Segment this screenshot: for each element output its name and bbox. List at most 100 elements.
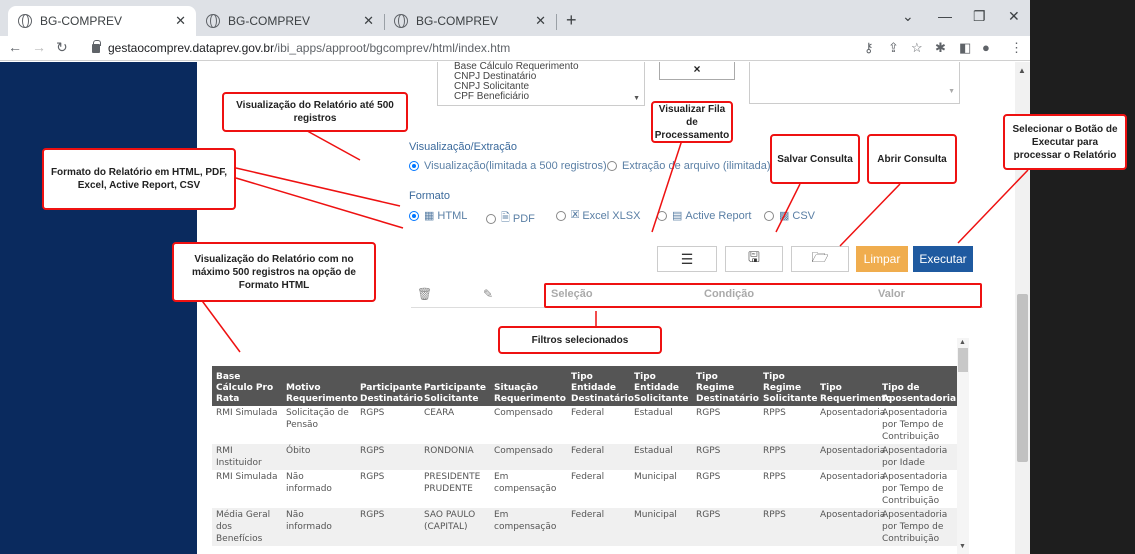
new-tab-icon[interactable]: +	[566, 10, 577, 31]
scroll-thumb[interactable]	[1017, 294, 1028, 462]
radio-dot[interactable]	[657, 210, 667, 221]
scroll-thumb[interactable]	[958, 348, 968, 372]
filter-highlight	[544, 283, 982, 308]
save-button[interactable]: 🖫	[725, 246, 783, 272]
table-cell: RMI Simulada	[216, 472, 278, 482]
column-header[interactable]: Tipo Entidade Solicitante	[630, 366, 692, 406]
queue-button[interactable]: ☰	[657, 246, 717, 272]
table-row[interactable]: RMI Simulada Solicitação de Pensão RGPS CEA…	[212, 406, 957, 444]
table-cell: RMI Simulada	[216, 408, 278, 418]
edit-icon[interactable]: ✎	[483, 287, 493, 301]
browser-tab[interactable]: BG-COMPREV ✕	[8, 6, 196, 36]
radio-dot[interactable]	[486, 213, 496, 224]
table-row[interactable]: RMI Simulada Não informado RGPS PRESIDENTE …	[212, 470, 957, 508]
close-icon[interactable]: ✕	[363, 13, 374, 29]
radio-excel[interactable]: 🗷 Excel XLSX	[556, 209, 640, 222]
extensions-icon[interactable]: ✱	[935, 40, 946, 56]
table-cell: RONDONIA	[420, 444, 490, 470]
table-cell: Federal	[567, 508, 630, 546]
radio-label: HTML	[437, 209, 468, 222]
url-field[interactable]: gestaocomprev.dataprev.gov.br/ibi_apps/a…	[92, 38, 852, 58]
table-cell: RGPS	[692, 444, 759, 470]
scroll-up-icon[interactable]: ▲	[1018, 66, 1026, 75]
text-area[interactable]: ▼	[749, 62, 960, 104]
radio-html[interactable]: ▦ HTML	[409, 209, 467, 222]
radio-dot[interactable]	[409, 161, 419, 171]
restore-icon[interactable]: ❐	[973, 8, 986, 25]
column-header[interactable]: Motivo Requerimento	[282, 366, 358, 406]
table-scrollbar[interactable]: ▲ ▼	[957, 338, 969, 554]
scroll-down-icon[interactable]: ▼	[948, 88, 955, 95]
leader-line	[839, 183, 901, 247]
radio-pdf[interactable]: 🗎 PDF	[486, 209, 535, 228]
table-cell: RPPS	[759, 508, 816, 546]
table-cell: PRESIDENTE PRUDENTE	[424, 472, 481, 494]
forward-icon[interactable]: →	[32, 39, 46, 55]
table-cell: Solicitação de Pensão	[286, 408, 349, 430]
fields-listbox[interactable]: Base Cálculo Requerimento CNPJ Destinatá…	[437, 62, 645, 106]
sidebar-icon[interactable]: ◧	[959, 40, 971, 56]
close-icon[interactable]: ✕	[175, 13, 186, 29]
table-cell: RGPS	[692, 508, 759, 546]
table-cell: RGPS	[356, 508, 420, 546]
table-cell: RGPS	[360, 472, 385, 482]
table-cell: Não informado	[282, 508, 356, 546]
column-header[interactable]: Base Cálculo Pro Rata	[212, 366, 282, 406]
globe-icon	[206, 14, 220, 28]
radio-dot[interactable]	[764, 210, 774, 221]
clear-button[interactable]: Limpar	[856, 246, 908, 272]
scroll-down-icon[interactable]: ▼	[633, 94, 640, 104]
close-icon[interactable]: ✕	[535, 13, 546, 29]
grid-icon: ▩	[779, 210, 790, 222]
annotation-save: Salvar Consulta	[770, 134, 860, 184]
back-icon[interactable]: ←	[8, 39, 22, 55]
scroll-down-icon[interactable]: ▼	[959, 543, 966, 550]
browser-tab[interactable]: BG-COMPREV ✕	[196, 6, 384, 36]
menu-icon[interactable]: ⋮	[1010, 40, 1023, 56]
table-cell: Federal	[571, 408, 605, 418]
radio-dot[interactable]	[607, 161, 617, 171]
reload-icon[interactable]: ↻	[56, 39, 68, 56]
radio-active-report[interactable]: ▤ Active Report	[657, 209, 751, 222]
table-cell: Aposentadoria por Tempo de Contribuição	[882, 408, 948, 442]
radio-dot[interactable]	[556, 210, 566, 221]
column-header[interactable]: Tipo Entidade Destinatário	[567, 366, 634, 406]
column-header[interactable]: Tipo de Aposentadoria	[878, 366, 957, 406]
execute-button[interactable]: Executar	[913, 246, 973, 272]
column-header[interactable]: Situação Requerimento	[490, 366, 567, 406]
column-header[interactable]: Participante Destinatário	[356, 366, 423, 406]
radio-visualizacao[interactable]: Visualização(limitada a 500 registros)	[409, 160, 607, 172]
list-item[interactable]: CPF Beneficiário	[454, 92, 644, 102]
list-icon: ☰	[680, 250, 694, 267]
star-icon[interactable]: ☆	[911, 40, 923, 56]
table-row[interactable]: Média Geral dos Benefícios Não informado R…	[212, 508, 957, 546]
table-row[interactable]: RMI Instituidor Óbito RGPS RONDONIA Compensa…	[212, 444, 957, 470]
window-close-icon[interactable]: ✕	[1008, 8, 1020, 25]
column-header[interactable]: Tipo Requerimento	[816, 366, 892, 406]
profile-icon[interactable]: ●	[982, 40, 990, 55]
radio-label: PDF	[512, 212, 535, 225]
minimize-icon[interactable]: —	[938, 8, 952, 24]
trash-icon[interactable]: 🗑	[417, 287, 432, 301]
column-header[interactable]: Tipo Regime Destinatário	[692, 366, 759, 406]
radio-dot[interactable]	[409, 210, 419, 221]
open-button[interactable]: 🗁	[791, 246, 849, 272]
chevron-down-icon[interactable]: ⌄	[902, 8, 914, 25]
browser-tab[interactable]: BG-COMPREV ✕	[384, 6, 556, 36]
share-icon[interactable]: ⇪	[888, 40, 899, 56]
column-header[interactable]: Tipo Regime Solicitante	[759, 366, 817, 406]
scroll-up-icon[interactable]: ▲	[959, 339, 966, 346]
table-cell: RGPS	[356, 444, 420, 470]
remove-button[interactable]: ×	[659, 62, 735, 80]
radio-extracao[interactable]: Extração de arquivo (ilimitada)	[607, 160, 771, 172]
url-path: /ibi_apps/approot/bgcomprev/html/index.h…	[274, 41, 511, 55]
table-cell: Aposentadoria por Tempo de Contribuição	[878, 508, 957, 546]
tab-divider	[556, 14, 557, 30]
radio-csv[interactable]: ▩ CSV	[764, 209, 815, 222]
leader-line	[235, 177, 404, 229]
key-icon[interactable]: ⚷	[864, 40, 874, 56]
table-cell: RPPS	[763, 408, 786, 418]
table-cell: Não informado	[286, 472, 332, 494]
left-panel	[0, 62, 197, 554]
column-header[interactable]: Participante Solicitante	[420, 366, 490, 406]
